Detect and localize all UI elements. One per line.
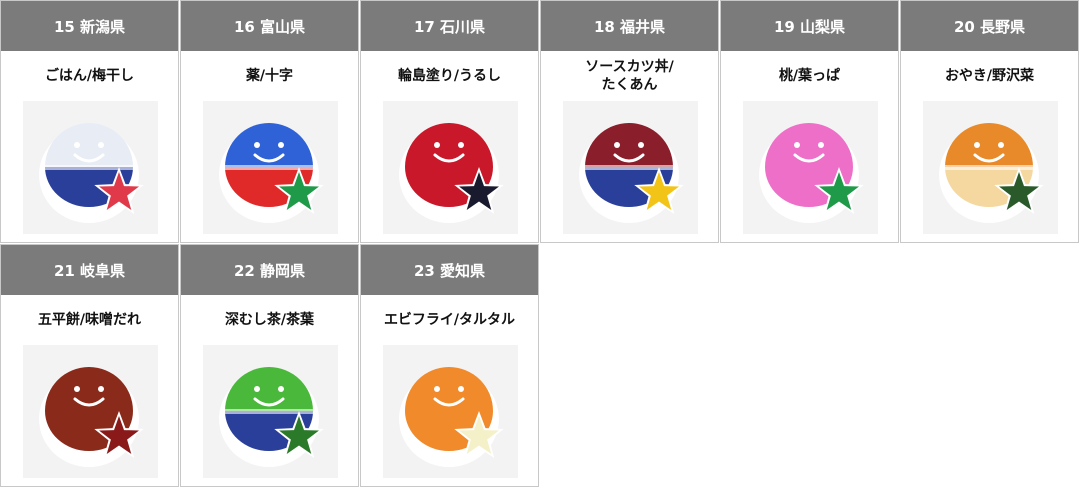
prefecture-card: 19 山梨県桃/葉っぱ <box>720 0 899 243</box>
green-tea-cup-sticker-icon <box>203 345 338 478</box>
food-label: 桃/葉っぱ <box>778 68 841 84</box>
food-label: 輪島塗り/うるし <box>397 68 502 84</box>
sauce-katsudon-sticker-icon <box>563 101 698 234</box>
food-label: ごはん/梅干し <box>44 68 135 84</box>
oyaki-sticker-icon <box>923 101 1058 234</box>
prefecture-header: 19 山梨県 <box>721 1 898 51</box>
prefecture-card: 17 石川県輪島塗り/うるし <box>360 0 539 243</box>
prefecture-card: 23 愛知県エビフライ/タルタル <box>360 244 539 487</box>
prefecture-header: 21 岐阜県 <box>1 245 178 295</box>
lacquerware-sticker-icon <box>383 101 518 234</box>
prefecture-card: 18 福井県ソースカツ丼/ たくあん <box>540 0 719 243</box>
gohei-mochi-sticker-icon <box>23 345 158 478</box>
prefecture-card: 21 岐阜県五平餅/味噌だれ <box>0 244 179 487</box>
prefecture-header: 23 愛知県 <box>361 245 538 295</box>
medicine-capsule-sticker-icon <box>203 101 338 234</box>
food-label: ソースカツ丼/ たくあん <box>585 59 674 93</box>
food-label: おやき/野沢菜 <box>944 68 1035 84</box>
food-label: 五平餅/味噌だれ <box>37 312 142 328</box>
prefecture-header: 16 富山県 <box>181 1 358 51</box>
food-label: 薬/十字 <box>245 68 294 84</box>
prefecture-header: 20 長野県 <box>901 1 1078 51</box>
prefecture-header: 22 静岡県 <box>181 245 358 295</box>
food-label: エビフライ/タルタル <box>383 312 516 328</box>
prefecture-header: 17 石川県 <box>361 1 538 51</box>
prefecture-card: 20 長野県おやき/野沢菜 <box>900 0 1079 243</box>
prefecture-card: 22 静岡県深むし茶/茶葉 <box>180 244 359 487</box>
rice-bowl-sticker-icon <box>23 101 158 234</box>
food-label: 深むし茶/茶葉 <box>224 312 315 328</box>
prefecture-header: 18 福井県 <box>541 1 718 51</box>
peach-sticker-icon <box>743 101 878 234</box>
prefecture-card: 15 新潟県ごはん/梅干し <box>0 0 179 243</box>
prefecture-card: 16 富山県薬/十字 <box>180 0 359 243</box>
prefecture-header: 15 新潟県 <box>1 1 178 51</box>
prefecture-food-grid: 15 新潟県 ごはん/梅干し 16 富山県 薬/十字 17 石川県 輪島塗り/うるし … <box>0 0 1080 488</box>
fried-shrimp-sticker-icon <box>383 345 518 478</box>
